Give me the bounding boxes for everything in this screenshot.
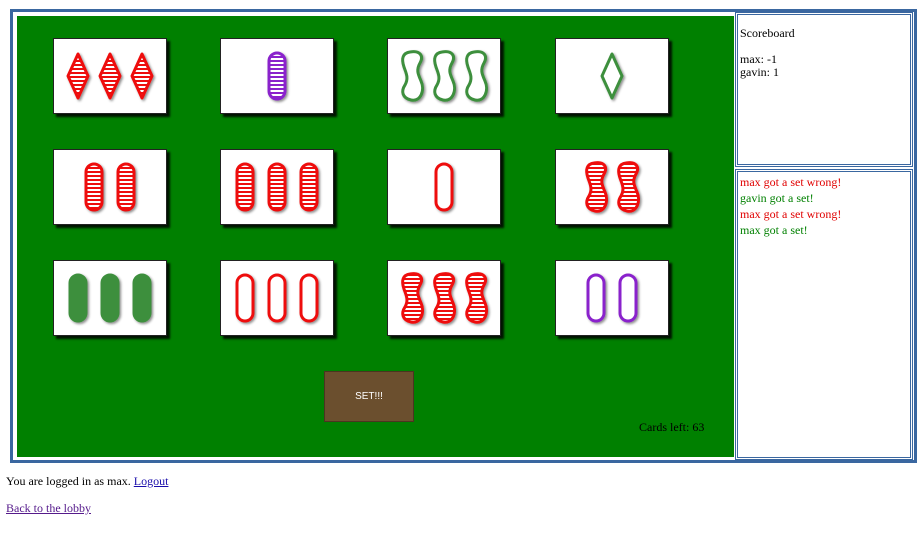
set-card[interactable] [53,149,167,225]
card-face [235,273,319,323]
set-card[interactable] [220,149,334,225]
log-entry: max got a set wrong! [740,175,842,189]
card-face [600,52,624,100]
scoreboard-panel: Scoreboard max: -1 gavin: 1 [735,12,913,167]
oval-symbol [132,273,152,323]
oval-symbol [299,162,319,212]
card-face [434,162,454,212]
oval-symbol [299,273,319,323]
log-entry: max got a set wrong! [740,207,842,221]
diamond-symbol [130,52,154,100]
oval-symbol [586,273,606,323]
oval-symbol [100,273,120,323]
oval-symbol [235,273,255,323]
oval-symbol [68,273,88,323]
card-face [66,52,154,100]
set-card[interactable] [53,260,167,336]
squiggle-symbol [433,272,457,324]
squiggle-symbol [465,50,489,102]
card-face [401,272,489,324]
squiggle-symbol [585,161,609,213]
oval-symbol [267,273,287,323]
oval-symbol [116,162,136,212]
activity-log-panel: max got a set wrong! gavin got a set! ma… [735,169,913,460]
set-button[interactable]: SET!!! [324,371,414,422]
diamond-symbol [98,52,122,100]
set-card[interactable] [387,260,501,336]
set-card[interactable] [220,260,334,336]
oval-symbol [267,51,287,101]
squiggle-symbol [617,161,641,213]
card-face [235,162,319,212]
login-status: You are logged in as max. Logout [6,474,168,489]
set-card[interactable] [220,38,334,114]
oval-symbol [267,162,287,212]
squiggle-symbol [465,272,489,324]
oval-symbol [84,162,104,212]
game-frame: SET!!! Cards left: 63 Scoreboard max: -1… [10,9,917,463]
squiggle-symbol [401,50,425,102]
scoreboard-title: Scoreboard [740,26,795,40]
login-status-text: You are logged in as max. [6,474,131,488]
back-to-lobby-link[interactable]: Back to the lobby [6,501,91,515]
diamond-symbol [66,52,90,100]
set-card[interactable] [555,38,669,114]
card-face [267,51,287,101]
log-entry: max got a set! [740,223,808,237]
set-card[interactable] [555,149,669,225]
squiggle-symbol [401,272,425,324]
card-face [586,273,638,323]
set-card[interactable] [387,149,501,225]
diamond-symbol [600,52,624,100]
oval-symbol [618,273,638,323]
score-entry-gavin: gavin: 1 [740,65,779,79]
set-card[interactable] [387,38,501,114]
logout-link[interactable]: Logout [134,474,169,488]
lobby-nav: Back to the lobby [6,501,91,516]
set-card[interactable] [53,38,167,114]
set-card[interactable] [555,260,669,336]
card-face [84,162,136,212]
card-face [68,273,152,323]
oval-symbol [235,162,255,212]
oval-symbol [434,162,454,212]
log-entry: gavin got a set! [740,191,814,205]
squiggle-symbol [433,50,457,102]
game-board: SET!!! Cards left: 63 [16,15,735,458]
card-face [401,50,489,102]
card-face [585,161,641,213]
cards-left-counter: Cards left: 63 [639,420,705,434]
